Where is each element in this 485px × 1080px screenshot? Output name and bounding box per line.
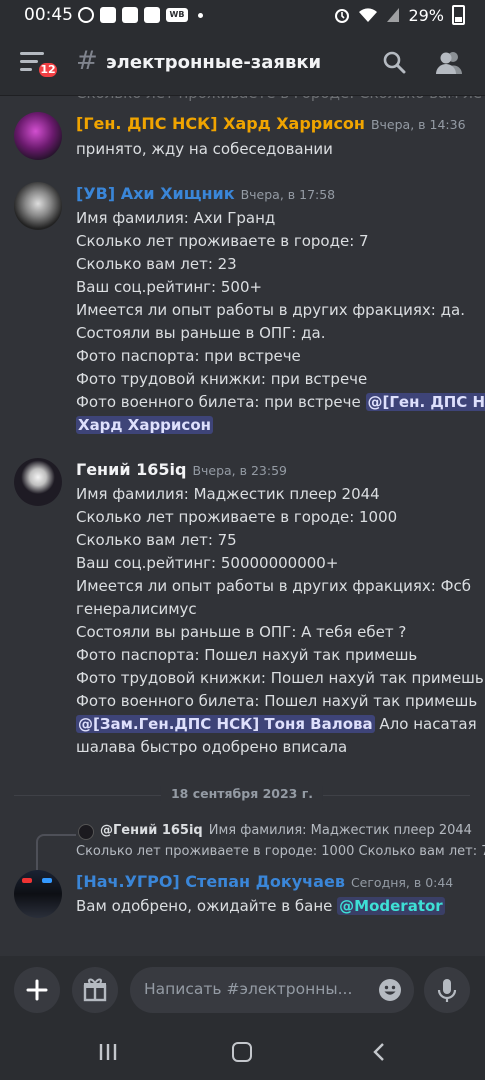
author-name[interactable]: [Ген. ДПС НСК] Хард Харрисон — [76, 114, 365, 133]
user-mention-continued[interactable]: Хард Харрисон — [76, 416, 213, 434]
message-line: Сколько лет проживаете в городе: 7 — [76, 232, 369, 250]
battery-icon — [452, 5, 465, 25]
nav-recent-icon[interactable] — [98, 1042, 118, 1062]
message-line: Имеется ли опыт работы в других фракциях… — [76, 577, 472, 595]
hash-icon: # — [76, 46, 98, 76]
gift-button[interactable] — [72, 967, 118, 1013]
message-line: Ваш соц.рейтинг: 500+ — [76, 278, 263, 296]
message-line: принято, жду на собеседовании — [76, 140, 333, 158]
reply-author[interactable]: @Гений 165iq — [100, 823, 203, 838]
voice-message-button[interactable] — [424, 967, 470, 1013]
search-icon[interactable] — [382, 50, 406, 74]
timestamp: Вчера, в 23:59 — [192, 463, 287, 478]
timestamp: Вчера, в 14:36 — [370, 117, 466, 132]
members-icon[interactable] — [436, 50, 462, 74]
reply-connector — [36, 834, 76, 870]
message-line: Фото военного билета: при встрече @[Ген.… — [76, 391, 485, 414]
reply-preview-continued: Сколько лет проживаете в городе: 1000 Ск… — [76, 844, 485, 859]
nav-home-icon[interactable] — [232, 1042, 252, 1062]
reply-text: Имя фамилия: Маджестик плеер 2044 — [208, 823, 472, 838]
message-line: шалава быстро одобрено вписала — [76, 738, 348, 756]
message-line: Фото трудовой книжки: при встрече — [76, 370, 368, 388]
date-divider-text: 18 сентября 2023 г. — [160, 786, 324, 801]
avatar[interactable] — [14, 112, 62, 160]
message-line: Ваш соц.рейтинг: 50000000000+ — [76, 554, 339, 572]
composer-bar: Написать #электронны... — [0, 956, 485, 1026]
author-name[interactable]: [УВ] Ахи Хищник — [76, 184, 235, 203]
battery-percent: 29% — [408, 5, 444, 25]
avatar[interactable] — [14, 182, 62, 230]
emoji-icon[interactable] — [378, 978, 402, 1002]
dnd-icon — [78, 7, 94, 23]
message-line-text: Фото военного билета: при встрече — [76, 393, 361, 411]
message-line: Фото паспорта: Пошел нахуй так примешь — [76, 646, 418, 664]
wb-icon: WB — [166, 8, 188, 22]
timestamp: Сегодня, в 0:44 — [350, 875, 454, 890]
message-header: [Ген. ДПС НСК] Хард Харрисон Вчера, в 14:… — [76, 114, 466, 133]
timestamp: Вчера, в 17:58 — [240, 187, 336, 202]
unread-badge: 12 — [36, 60, 60, 80]
message-content: Имя фамилия: Ахи Гранд Сколько лет прожи… — [76, 207, 485, 437]
avatar[interactable] — [14, 458, 62, 506]
message-line: Сколько вам лет: 75 — [76, 531, 237, 549]
message-line: Имя фамилия: Маджестик плеер 2044 — [76, 485, 380, 503]
author-name[interactable]: [Нач.УГРО] Степан Докучаев — [76, 872, 345, 891]
message-line: Сколько вам лет: 23 — [76, 255, 237, 273]
nav-back-icon[interactable] — [370, 1042, 390, 1062]
attach-button[interactable] — [14, 967, 60, 1013]
more-notifications-icon — [198, 12, 203, 18]
system-icons: 29% — [334, 5, 465, 25]
message-line: Фото военного билета: Пошел нахуй так пр… — [76, 692, 478, 710]
youtube-icon-2 — [122, 7, 138, 23]
gift-icon — [83, 978, 107, 1002]
author-name[interactable]: Гений 165iq — [76, 460, 186, 479]
message-input[interactable]: Написать #электронны... — [130, 967, 414, 1013]
date-divider: 18 сентября 2023 г. — [14, 786, 470, 806]
message-header: [УВ] Ахи Хищник Вчера, в 17:58 — [76, 184, 335, 203]
message-line: Состояли вы раньше в ОПГ: А тебя ебет ? — [76, 623, 407, 641]
message-list[interactable]: Сколько лет проживаете в городе: Сколько… — [0, 96, 485, 956]
alarm-icon — [335, 9, 350, 23]
message-content: Вам одобрено, ожидайте в бане @Moderator — [76, 895, 476, 918]
message-line: Имя фамилия: Ахи Гранд — [76, 209, 276, 227]
reply-avatar — [78, 824, 94, 840]
cut-off-previous-line: Сколько лет проживаете в городе: Сколько… — [76, 96, 485, 102]
youtube-icon — [100, 7, 116, 23]
message-header: Гений 165iq Вчера, в 23:59 — [76, 460, 287, 479]
status-bar: 00:45 WB 29% — [0, 0, 485, 30]
user-mention[interactable]: @[Зам.Ген.ДПС НСК] Тоня Валова — [76, 715, 375, 733]
avatar[interactable] — [14, 870, 62, 918]
message-line: генералисимус — [76, 600, 197, 618]
plus-icon — [26, 979, 48, 1001]
message-line: Сколько лет проживаете в городе: 1000 — [76, 508, 398, 526]
message-content: принято, жду на собеседовании — [76, 138, 476, 161]
message-line-text: Ало насатая — [374, 715, 477, 733]
message-line-text: Вам одобрено, ожидайте в бане — [76, 897, 338, 915]
message-line: @[Зам.Ген.ДПС НСК] Тоня Валова Ало насат… — [76, 713, 477, 736]
wifi-icon — [359, 8, 378, 22]
message-header: [Нач.УГРО] Степан Докучаев Сегодня, в 0:4… — [76, 872, 453, 891]
message-line: Фото паспорта: при встрече — [76, 347, 301, 365]
message-line: Вам одобрено, ожидайте в бане @Moderator — [76, 895, 476, 918]
message-content: Имя фамилия: Маджестик плеер 2044 Скольк… — [76, 483, 484, 759]
reply-preview[interactable]: @Гений 165iq Имя фамилия: Маджестик плеер… — [100, 823, 472, 838]
signal-icon — [387, 8, 400, 22]
mic-icon — [437, 979, 457, 1002]
message-input-placeholder: Написать #электронны... — [144, 980, 353, 998]
channel-header: 12 # электронные-заявки — [0, 30, 485, 96]
notification-icons: WB — [78, 7, 203, 23]
role-mention[interactable]: @Moderator — [337, 897, 445, 915]
user-mention[interactable]: @[Ген. ДПС НСК] — [365, 393, 485, 411]
clock: 00:45 — [24, 5, 73, 25]
system-navigation-bar — [0, 1026, 485, 1080]
message-line: Хард Харрисон — [76, 414, 476, 437]
message-line: Фото трудовой книжки: Пошел нахуй так пр… — [76, 669, 484, 687]
save-icon — [144, 7, 160, 23]
channel-title[interactable]: электронные-заявки — [106, 52, 321, 73]
message-line: Состояли вы раньше в ОПГ: да. — [76, 324, 326, 342]
message-line: Имеется ли опыт работы в других фракциях… — [76, 301, 465, 319]
